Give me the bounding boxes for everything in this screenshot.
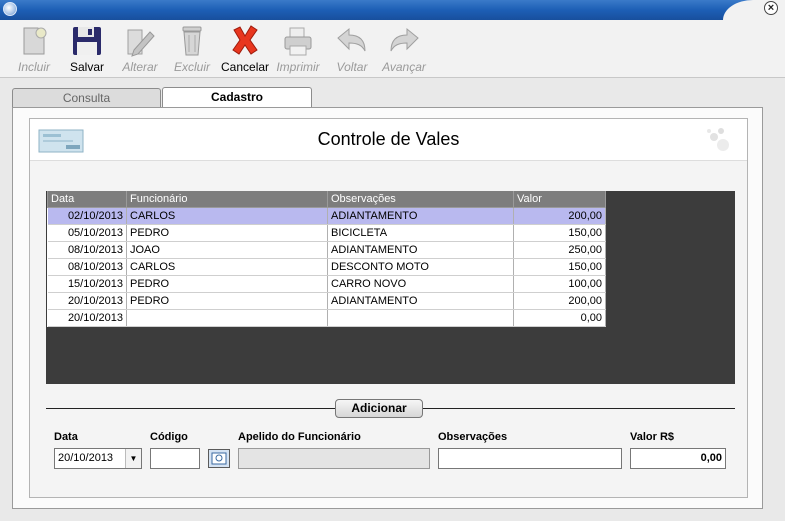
- forward-arrow-icon: [390, 27, 419, 52]
- cell-funcionario: CARLOS: [126, 258, 328, 276]
- page-title: Controle de Vales: [317, 129, 460, 149]
- codigo-input[interactable]: [150, 448, 200, 469]
- cell-data: 20/10/2013: [47, 292, 127, 310]
- salvar-label: Salvar: [69, 60, 104, 74]
- adicionar-button[interactable]: Adicionar: [335, 399, 423, 418]
- content-frame: Controle de Vales Data Funcionário Obser…: [29, 118, 748, 498]
- codigo-label: Código: [150, 431, 188, 443]
- vales-table: Data Funcionário Observações Valor 02/10…: [47, 191, 606, 327]
- header-band: Controle de Vales: [30, 119, 747, 161]
- red-x-icon: [232, 25, 258, 55]
- column-header-observacoes[interactable]: Observações: [327, 191, 514, 208]
- column-header-valor[interactable]: Valor: [513, 191, 606, 208]
- trash-can-icon: [182, 26, 202, 56]
- cell-observacoes: BICICLETA: [327, 224, 514, 242]
- date-value: 20/10/2013: [58, 452, 114, 464]
- table-row[interactable]: 08/10/2013 CARLOS DESCONTO MOTO 150,00: [47, 258, 606, 276]
- voltar-label: Voltar: [336, 60, 368, 74]
- cell-observacoes: ADIANTAMENTO: [327, 292, 514, 310]
- table-row[interactable]: 20/10/2013 PEDRO ADIANTAMENTO 200,00: [47, 292, 606, 310]
- voltar-button[interactable]: Voltar: [330, 24, 374, 76]
- table-row[interactable]: 05/10/2013 PEDRO BICICLETA 150,00: [47, 224, 606, 242]
- alterar-button[interactable]: Alterar: [118, 24, 162, 76]
- cell-funcionario: PEDRO: [126, 275, 328, 293]
- cell-observacoes: CARRO NOVO: [327, 275, 514, 293]
- column-header-data[interactable]: Data: [47, 191, 127, 208]
- cell-funcionario: CARLOS: [126, 207, 328, 225]
- cell-data: 02/10/2013: [47, 207, 127, 225]
- avancar-button[interactable]: Avançar: [380, 24, 428, 76]
- cell-funcionario: JOAO: [126, 241, 328, 259]
- cell-valor: 200,00: [513, 207, 606, 225]
- table-row[interactable]: 20/10/2013 0,00: [47, 309, 606, 327]
- back-arrow-icon: [337, 27, 366, 52]
- apelido-field: [238, 448, 430, 469]
- imprimir-button[interactable]: Imprimir: [274, 24, 322, 76]
- table-row[interactable]: 15/10/2013 PEDRO CARRO NOVO 100,00: [47, 275, 606, 293]
- tab-consulta[interactable]: Consulta: [12, 88, 161, 109]
- cell-observacoes: [327, 309, 514, 327]
- excluir-button[interactable]: Excluir: [170, 24, 214, 76]
- decorative-bubbles-icon: [707, 128, 729, 151]
- data-label: Data: [54, 431, 78, 443]
- excluir-label: Excluir: [173, 60, 210, 74]
- cadastro-panel: Controle de Vales Data Funcionário Obser…: [12, 107, 763, 509]
- vales-grid[interactable]: Data Funcionário Observações Valor 02/10…: [46, 191, 735, 384]
- tab-cadastro[interactable]: Cadastro: [162, 87, 312, 109]
- floppy-disk-icon: [73, 27, 101, 55]
- search-icon: [211, 452, 227, 465]
- incluir-label: Incluir: [17, 60, 50, 74]
- cell-data: 20/10/2013: [47, 309, 127, 327]
- cell-data: 08/10/2013: [47, 258, 127, 276]
- window-system-icon[interactable]: [3, 2, 17, 16]
- lookup-button[interactable]: [208, 449, 230, 468]
- new-document-icon: [23, 27, 47, 55]
- observacoes-input[interactable]: [438, 448, 622, 469]
- valor-label: Valor R$: [630, 431, 675, 443]
- alterar-label: Alterar: [122, 60, 158, 74]
- edit-pencil-icon: [127, 29, 155, 57]
- cell-observacoes: ADIANTAMENTO: [327, 241, 514, 259]
- cell-valor: 150,00: [513, 258, 606, 276]
- observacoes-label: Observações: [438, 431, 508, 443]
- apelido-label: Apelido do Funcionário: [238, 431, 361, 443]
- date-combo[interactable]: 20/10/2013 ▼: [54, 448, 142, 469]
- valor-input[interactable]: 0,00: [630, 448, 726, 469]
- cell-observacoes: DESCONTO MOTO: [327, 258, 514, 276]
- cell-valor: 250,00: [513, 241, 606, 259]
- cell-data: 15/10/2013: [47, 275, 127, 293]
- chevron-down-icon[interactable]: ▼: [125, 449, 141, 468]
- cell-observacoes: ADIANTAMENTO: [327, 207, 514, 225]
- imprimir-label: Imprimir: [276, 60, 320, 74]
- window-close-button[interactable]: ×: [764, 1, 778, 15]
- cell-funcionario: PEDRO: [126, 224, 328, 242]
- column-header-funcionario[interactable]: Funcionário: [126, 191, 328, 208]
- cell-valor: 0,00: [513, 309, 606, 327]
- avancar-label: Avançar: [382, 60, 426, 74]
- cell-valor: 150,00: [513, 224, 606, 242]
- cancelar-button[interactable]: Cancelar: [221, 24, 269, 76]
- cell-valor: 100,00: [513, 275, 606, 293]
- cell-data: 05/10/2013: [47, 224, 127, 242]
- window-title-bar: ×: [0, 0, 785, 20]
- cell-funcionario: [126, 309, 328, 327]
- salvar-button[interactable]: Salvar: [64, 24, 110, 76]
- printer-icon: [284, 27, 312, 56]
- table-row[interactable]: 02/10/2013 CARLOS ADIANTAMENTO 200,00: [47, 207, 606, 225]
- incluir-button[interactable]: Incluir: [12, 24, 56, 76]
- table-row[interactable]: 08/10/2013 JOAO ADIANTAMENTO 250,00: [47, 241, 606, 259]
- cancelar-label: Cancelar: [221, 60, 270, 74]
- cell-valor: 200,00: [513, 292, 606, 310]
- cell-funcionario: PEDRO: [126, 292, 328, 310]
- grid-header-row: Data Funcionário Observações Valor: [47, 191, 606, 208]
- toolbar: Incluir Salvar Alterar Excluir Cancelar: [0, 20, 785, 78]
- cell-data: 08/10/2013: [47, 241, 127, 259]
